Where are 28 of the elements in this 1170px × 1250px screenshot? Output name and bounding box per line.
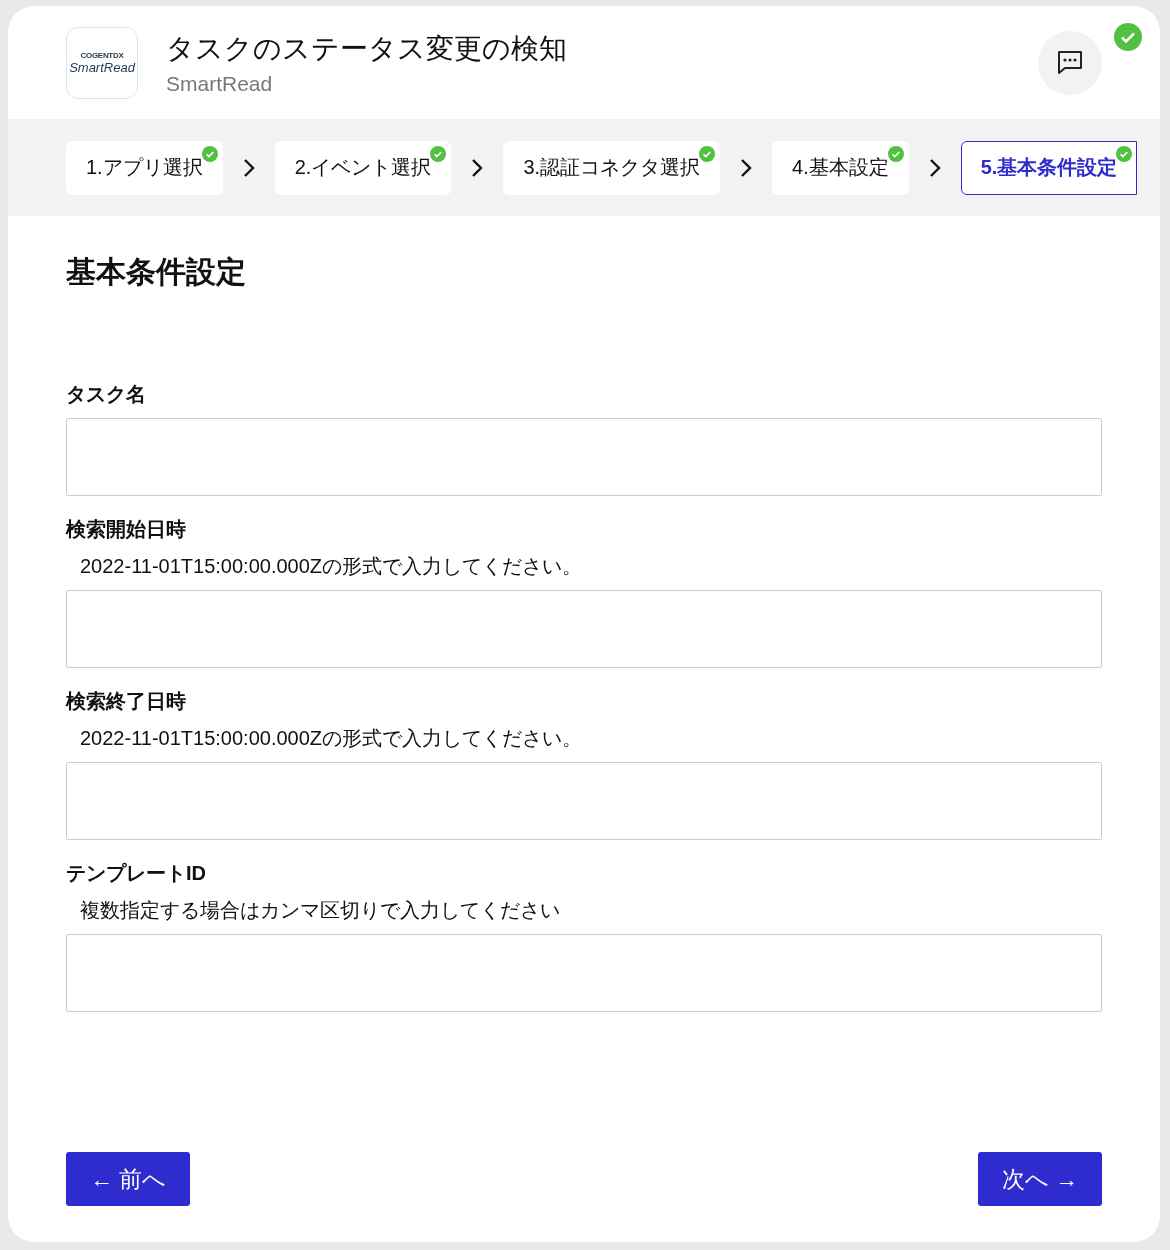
step-tab[interactable]: 4.基本設定 xyxy=(772,140,909,195)
page-title: タスクのステータス変更の検知 xyxy=(166,31,568,66)
field-label: タスク名 xyxy=(66,382,147,407)
step-tab[interactable]: 3.認証コネクタ選択 xyxy=(503,140,721,195)
field-label: 検索開始日時 xyxy=(66,517,187,542)
logo-brand: COGENTDX xyxy=(80,50,124,60)
step-tab[interactable]: 5.基本条件設定 xyxy=(960,140,1138,195)
input-field[interactable] xyxy=(66,934,1102,1012)
back-button[interactable]: ← 前へ xyxy=(66,1152,191,1206)
chevron-icon xyxy=(739,157,754,178)
app-name: SmartRead xyxy=(166,71,274,96)
field-label: テンプレートID xyxy=(66,861,207,886)
field-label: 検索終了日時 xyxy=(66,689,187,714)
section-heading: 基本条件設定 xyxy=(66,254,247,290)
field-hint: 2022-11-01T15:00:00.000Zの形式で入力してください。 xyxy=(80,726,584,751)
comment-icon xyxy=(1056,49,1084,76)
logo-name: SmartRead xyxy=(69,59,135,75)
step-tab[interactable]: 1.アプリ選択 xyxy=(66,140,223,195)
chevron-icon xyxy=(927,157,942,178)
input-field[interactable] xyxy=(66,590,1102,668)
input-field[interactable] xyxy=(66,418,1102,496)
next-button[interactable]: 次へ → xyxy=(977,1152,1102,1206)
step-tab[interactable]: 2.イベント選択 xyxy=(274,140,452,195)
field-hint: 複数指定する場合はカンマ区切りで入力してください xyxy=(80,898,561,923)
input-field[interactable] xyxy=(66,762,1102,840)
chevron-icon xyxy=(470,157,485,178)
chevron-icon xyxy=(241,157,256,178)
field-hint: 2022-11-01T15:00:00.000Zの形式で入力してください。 xyxy=(80,554,584,579)
